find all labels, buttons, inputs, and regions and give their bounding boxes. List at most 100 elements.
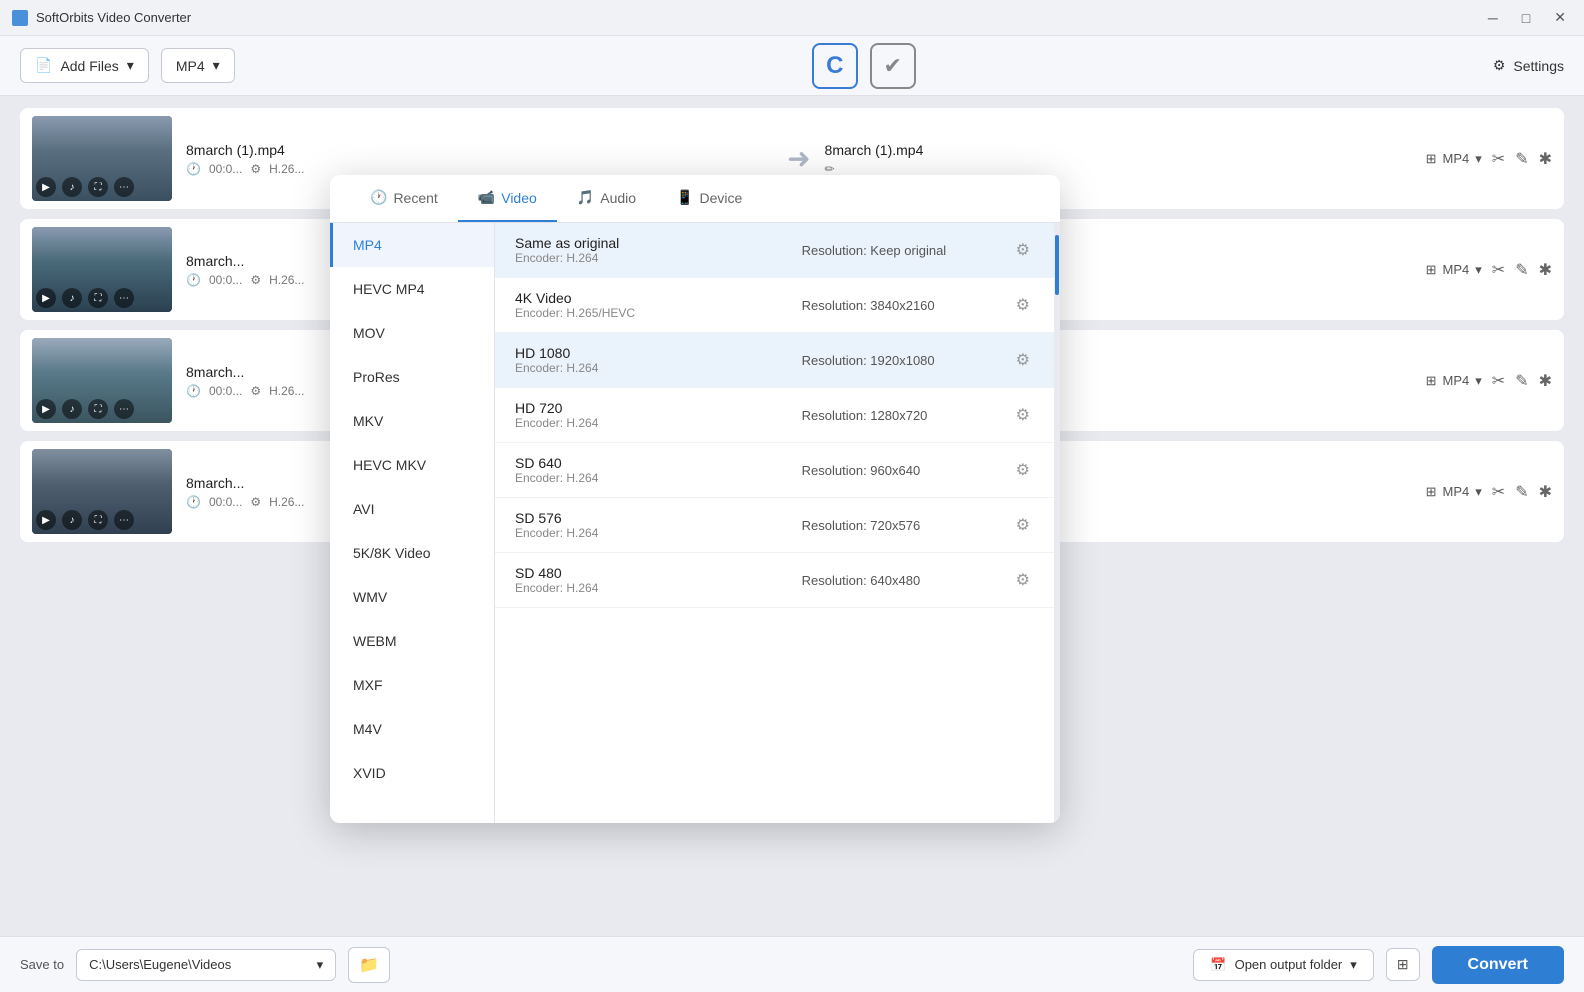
format-item-mxf[interactable]: MXF [330, 663, 494, 707]
grid-view-button[interactable]: ⊞ [1386, 948, 1420, 981]
video-thumbnail: ▶ ♪ ⛶ ⋯ [32, 338, 172, 423]
preset-encoder: Encoder: H.264 [515, 581, 792, 595]
video-thumbnail: ▶ ♪ ⛶ ⋯ [32, 449, 172, 534]
magic-icon[interactable]: ✱ [1539, 371, 1552, 391]
preset-settings-icon[interactable]: ⚙ [1012, 511, 1034, 539]
audio-label: Audio [600, 190, 636, 206]
volume-icon[interactable]: ♪ [62, 288, 82, 308]
magic-icon[interactable]: ✱ [1539, 482, 1552, 502]
magic-icon[interactable]: ✱ [1539, 149, 1552, 169]
app-icon [12, 10, 28, 26]
format-item-hevc-mp4[interactable]: HEVC MP4 [330, 267, 494, 311]
add-files-button[interactable]: 📄 Add Files ▾ [20, 48, 149, 83]
fullscreen-icon[interactable]: ⛶ [88, 288, 108, 308]
volume-icon[interactable]: ♪ [62, 510, 82, 530]
volume-icon[interactable]: ♪ [62, 399, 82, 419]
preset-hd720[interactable]: HD 720 Encoder: H.264 Resolution: 1280x7… [495, 388, 1054, 443]
open-output-folder-button[interactable]: 📅 Open output folder ▾ [1193, 949, 1373, 981]
fullscreen-icon[interactable]: ⛶ [88, 510, 108, 530]
close-button[interactable]: ✕ [1548, 7, 1572, 28]
format-item-mp4[interactable]: MP4 [330, 223, 494, 267]
format-sidebar: MP4 HEVC MP4 MOV ProRes MKV HEVC MKV AVI… [330, 223, 495, 823]
format-item-hevc-mkv[interactable]: HEVC MKV [330, 443, 494, 487]
video-name: 8march (1).mp4 [186, 142, 773, 158]
crop-icon[interactable]: ✂ [1492, 482, 1505, 502]
clock-icon: 🕐 [186, 273, 201, 287]
logo-c-button[interactable]: C [812, 43, 858, 89]
preset-4k[interactable]: 4K Video Encoder: H.265/HEVC Resolution:… [495, 278, 1054, 333]
preset-sd576[interactable]: SD 576 Encoder: H.264 Resolution: 720x57… [495, 498, 1054, 553]
video-actions: ⊞ MP4 ▾ ✂ ✎ ✱ [1426, 371, 1552, 391]
format-item-avi[interactable]: AVI [330, 487, 494, 531]
preset-info: SD 640 Encoder: H.264 [515, 455, 792, 485]
preset-same-original[interactable]: Same as original Encoder: H.264 Resoluti… [495, 223, 1054, 278]
crop-icon[interactable]: ✂ [1492, 260, 1505, 280]
convert-button[interactable]: Convert [1432, 946, 1564, 984]
preset-settings-icon[interactable]: ⚙ [1012, 291, 1034, 319]
preset-settings-icon[interactable]: ⚙ [1012, 346, 1034, 374]
save-path-selector[interactable]: C:\Users\Eugene\Videos ▾ [76, 949, 336, 981]
format-item-mov[interactable]: MOV [330, 311, 494, 355]
more-icon[interactable]: ⋯ [114, 288, 134, 308]
edit-icon[interactable]: ✏ [825, 162, 835, 176]
fullscreen-icon[interactable]: ⛶ [88, 399, 108, 419]
video-output: 8march (1).mp4 ✏ [825, 142, 1412, 176]
edit-action-icon[interactable]: ✎ [1515, 149, 1528, 169]
format-selector-button[interactable]: MP4 ▾ [161, 48, 235, 83]
play-icon[interactable]: ▶ [36, 399, 56, 419]
tab-device[interactable]: 📱 Device [656, 175, 762, 222]
tab-audio[interactable]: 🎵 Audio [557, 175, 656, 222]
audio-icon: 🎵 [577, 189, 594, 206]
format-item-mkv[interactable]: MKV [330, 399, 494, 443]
tab-recent[interactable]: 🕐 Recent [350, 175, 458, 222]
format-item-5k8k[interactable]: 5K/8K Video [330, 531, 494, 575]
preset-settings-icon[interactable]: ⚙ [1012, 236, 1034, 264]
preset-resolution: Resolution: 3840x2160 [802, 298, 1002, 313]
play-icon[interactable]: ▶ [36, 288, 56, 308]
crop-icon[interactable]: ✂ [1492, 371, 1505, 391]
magic-icon[interactable]: ✱ [1539, 260, 1552, 280]
preset-sd640[interactable]: SD 640 Encoder: H.264 Resolution: 960x64… [495, 443, 1054, 498]
volume-icon[interactable]: ♪ [62, 177, 82, 197]
grid-icon: ⊞ [1397, 956, 1409, 972]
video-actions: ⊞ MP4 ▾ ✂ ✎ ✱ [1426, 260, 1552, 280]
preset-settings-icon[interactable]: ⚙ [1012, 566, 1034, 594]
preset-settings-icon[interactable]: ⚙ [1012, 401, 1034, 429]
edit-action-icon[interactable]: ✎ [1515, 260, 1528, 280]
format-item-prores[interactable]: ProRes [330, 355, 494, 399]
more-icon[interactable]: ⋯ [114, 510, 134, 530]
open-folder-button[interactable]: 📁 [348, 947, 390, 983]
crop-icon[interactable]: ✂ [1492, 149, 1505, 169]
settings-button[interactable]: ⚙ Settings [1493, 57, 1564, 74]
save-path-text: C:\Users\Eugene\Videos [89, 957, 231, 972]
format-badge[interactable]: ⊞ MP4 ▾ [1426, 262, 1482, 278]
edit-action-icon[interactable]: ✎ [1515, 482, 1528, 502]
more-icon[interactable]: ⋯ [114, 399, 134, 419]
format-item-xvid[interactable]: XVID [330, 751, 494, 795]
checkmark-button[interactable]: ✔ [870, 43, 916, 89]
preset-info: SD 480 Encoder: H.264 [515, 565, 792, 595]
preset-settings-icon[interactable]: ⚙ [1012, 456, 1034, 484]
video-icon: 📹 [478, 189, 495, 206]
preset-sd480[interactable]: SD 480 Encoder: H.264 Resolution: 640x48… [495, 553, 1054, 608]
edit-action-icon[interactable]: ✎ [1515, 371, 1528, 391]
video-duration: 00:0... [209, 384, 242, 398]
fullscreen-icon[interactable]: ⛶ [88, 177, 108, 197]
tab-video[interactable]: 📹 Video [458, 175, 557, 222]
title-bar-left: SoftOrbits Video Converter [12, 10, 191, 26]
format-badge[interactable]: ⊞ MP4 ▾ [1426, 373, 1482, 389]
app-title: SoftOrbits Video Converter [36, 10, 191, 25]
format-item-m4v[interactable]: M4V [330, 707, 494, 751]
modal-scrollbar[interactable] [1054, 223, 1060, 823]
format-badge[interactable]: ⊞ MP4 ▾ [1426, 151, 1482, 167]
format-badge[interactable]: ⊞ MP4 ▾ [1426, 484, 1482, 500]
play-icon[interactable]: ▶ [36, 177, 56, 197]
minimize-button[interactable]: ─ [1482, 8, 1504, 28]
recent-icon: 🕐 [370, 189, 387, 206]
format-item-webm[interactable]: WEBM [330, 619, 494, 663]
more-icon[interactable]: ⋯ [114, 177, 134, 197]
format-item-wmv[interactable]: WMV [330, 575, 494, 619]
play-icon[interactable]: ▶ [36, 510, 56, 530]
maximize-button[interactable]: □ [1516, 8, 1536, 28]
preset-hd1080[interactable]: HD 1080 Encoder: H.264 Resolution: 1920x… [495, 333, 1054, 388]
